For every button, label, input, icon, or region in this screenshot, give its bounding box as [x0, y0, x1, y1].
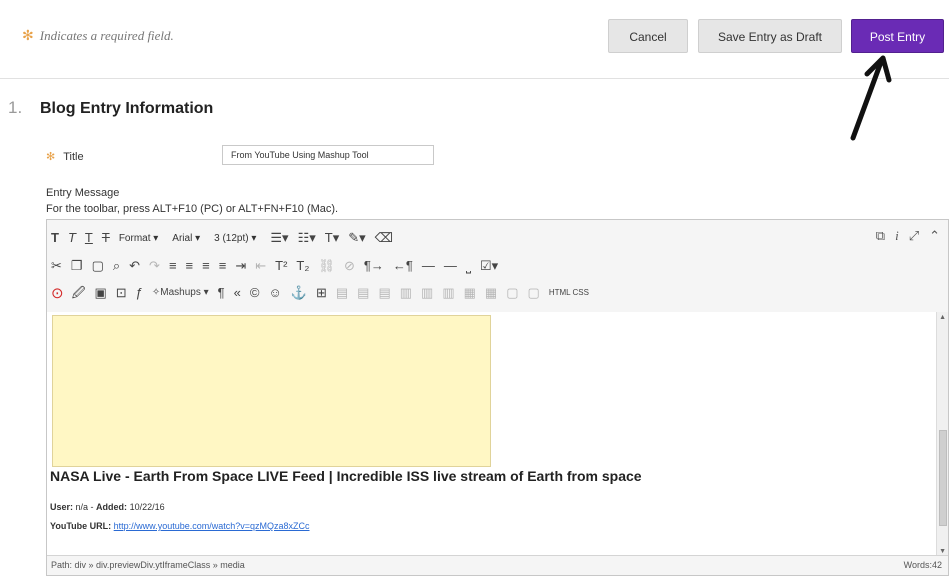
- redo-icon[interactable]: ↷: [149, 256, 160, 276]
- anchor-icon[interactable]: ⚓: [291, 283, 307, 303]
- highlight-pen-icon[interactable]: ✎▾: [348, 228, 365, 248]
- numbered-list-icon[interactable]: ☷▾: [298, 228, 316, 248]
- horizontal-rule-icon[interactable]: —: [422, 256, 435, 276]
- word-count: Words:42: [903, 560, 942, 570]
- cut-icon[interactable]: ✂: [51, 256, 62, 276]
- quote-icon[interactable]: «: [234, 283, 241, 303]
- image-icon[interactable]: ▣: [94, 283, 106, 303]
- eraser-icon[interactable]: ⌫: [375, 228, 393, 248]
- scrollbar-thumb[interactable]: [939, 430, 947, 526]
- paragraph-icon[interactable]: ¶: [218, 283, 225, 303]
- rtl-icon[interactable]: ←¶: [393, 256, 413, 276]
- table-cell-icon[interactable]: ▢: [528, 283, 540, 303]
- required-star-icon: ✻: [46, 151, 56, 163]
- toolbar-row-2: ✂ ❐ ▢ ⌕ ↶ ↷ ≡ ≡ ≡ ≡ ⇥ ⇤ T² T₂ ⛓ ⊘ ¶→ ←¶ …: [51, 253, 507, 279]
- scroll-up-icon[interactable]: ▲: [939, 314, 946, 321]
- table-col-after-icon[interactable]: ▥: [421, 283, 433, 303]
- editor-status-bar: Path: div » div.previewDiv.ytIframeClass…: [47, 555, 948, 575]
- superscript-icon[interactable]: T²: [275, 256, 287, 276]
- paste-icon[interactable]: ▢: [92, 256, 104, 276]
- save-draft-button[interactable]: Save Entry as Draft: [698, 19, 842, 53]
- emoticon-icon[interactable]: ☺: [268, 283, 281, 303]
- italic-icon[interactable]: T: [68, 228, 76, 248]
- strikethrough-icon[interactable]: T: [102, 228, 110, 248]
- editor-content[interactable]: NASA Live - Earth From Space LIVE Feed |…: [47, 312, 936, 557]
- table-row-after-icon[interactable]: ▤: [357, 283, 369, 303]
- table-props-icon[interactable]: ▢: [506, 283, 518, 303]
- required-note: ✻ Indicates a required field.: [22, 28, 174, 45]
- indent-icon[interactable]: ⇥: [235, 256, 246, 276]
- table-merge-icon[interactable]: ▦: [485, 283, 497, 303]
- find-icon[interactable]: ⌕: [113, 256, 120, 276]
- font-select[interactable]: Arial ▾: [172, 233, 200, 244]
- media-icon[interactable]: ⊡: [116, 283, 127, 303]
- font-size-select[interactable]: 3 (12pt) ▾: [214, 233, 256, 244]
- editor-toolbar: T T T T Format ▾ Arial ▾ 3 (12pt) ▾ ☰▾ ☷…: [47, 220, 948, 313]
- subscript-icon[interactable]: T₂: [296, 256, 309, 276]
- table-row-before-icon[interactable]: ▤: [336, 283, 348, 303]
- video-meta-user: User: n/a - Added: 10/22/16: [50, 502, 165, 512]
- video-embed-placeholder[interactable]: [52, 315, 491, 467]
- copyright-icon[interactable]: ©: [250, 283, 260, 303]
- mashups-menu[interactable]: ✧Mashups ▾: [152, 283, 209, 303]
- editor-scrollbar[interactable]: ▲ ▼: [936, 312, 948, 557]
- align-center-icon[interactable]: ≡: [186, 256, 194, 276]
- align-justify-icon[interactable]: ≡: [219, 256, 227, 276]
- table-col-before-icon[interactable]: ▥: [400, 283, 412, 303]
- ltr-icon[interactable]: ¶→: [364, 256, 384, 276]
- math-icon[interactable]: ƒ: [136, 283, 143, 303]
- separator-icon[interactable]: —: [444, 256, 457, 276]
- toolbar-row-1: T T T T Format ▾ Arial ▾ 3 (12pt) ▾ ☰▾ ☷…: [51, 225, 402, 251]
- align-right-icon[interactable]: ≡: [202, 256, 210, 276]
- text-color-icon[interactable]: T▾: [325, 228, 339, 248]
- align-left-icon[interactable]: ≡: [169, 256, 177, 276]
- link-icon[interactable]: ⛓: [318, 256, 335, 276]
- title-label-text: Title: [63, 151, 84, 163]
- required-note-text: Indicates a required field.: [39, 28, 174, 43]
- title-input[interactable]: From YouTube Using Mashup Tool: [222, 145, 434, 165]
- bullet-list-icon[interactable]: ☰▾: [270, 228, 288, 248]
- bold-icon[interactable]: T: [51, 228, 59, 248]
- collapse-toolbar-icon[interactable]: ⌃: [929, 228, 940, 244]
- toolbar-right-icons: ⧉ i ⤢ ⌃: [866, 228, 940, 244]
- entry-message-label: Entry Message: [46, 187, 120, 199]
- table-icon[interactable]: ⊞: [316, 283, 327, 303]
- unlink-icon[interactable]: ⊘: [344, 256, 355, 276]
- pointer-arrow-icon: [850, 55, 892, 141]
- section-title: Blog Entry Information: [40, 100, 214, 117]
- table-delete-row-icon[interactable]: ▤: [378, 283, 390, 303]
- title-label: ✻ Title: [46, 150, 84, 163]
- preview-icon[interactable]: ⧉: [876, 228, 885, 244]
- spellcheck-icon[interactable]: ☑▾: [480, 256, 498, 276]
- undo-icon[interactable]: ↶: [129, 256, 140, 276]
- copy-icon[interactable]: ❐: [71, 256, 83, 276]
- top-action-bar: ✻ Indicates a required field. Cancel Save…: [0, 0, 949, 79]
- youtube-url-link[interactable]: http://www.youtube.com/watch?v=qzMQza8xZ…: [114, 521, 310, 531]
- table-split-icon[interactable]: ▦: [464, 283, 476, 303]
- scroll-down-icon[interactable]: ▼: [939, 548, 946, 555]
- format-select[interactable]: Format ▾: [119, 233, 158, 244]
- underline-icon[interactable]: T: [85, 228, 93, 248]
- attach-icon[interactable]: 🖉: [72, 283, 86, 303]
- video-title: NASA Live - Earth From Space LIVE Feed |…: [50, 468, 642, 484]
- toolbar-help-text: For the toolbar, press ALT+F10 (PC) or A…: [46, 203, 339, 215]
- video-meta-url: YouTube URL: http://www.youtube.com/watc…: [50, 521, 310, 531]
- element-path: Path: div » div.previewDiv.ytIframeClass…: [51, 560, 245, 570]
- required-star-icon: ✻: [22, 29, 34, 44]
- html-css-button[interactable]: HTML CSS: [549, 283, 589, 303]
- record-icon[interactable]: ⊙: [51, 284, 64, 302]
- info-icon[interactable]: i: [895, 228, 899, 244]
- nonbreaking-icon[interactable]: ⎵: [466, 256, 471, 276]
- cancel-button[interactable]: Cancel: [608, 19, 688, 53]
- table-delete-col-icon[interactable]: ▥: [442, 283, 454, 303]
- post-entry-button[interactable]: Post Entry: [851, 19, 944, 53]
- outdent-icon[interactable]: ⇤: [255, 256, 266, 276]
- fullscreen-icon[interactable]: ⤢: [909, 228, 919, 244]
- rich-text-editor: T T T T Format ▾ Arial ▾ 3 (12pt) ▾ ☰▾ ☷…: [46, 219, 949, 576]
- section-number: 1.: [8, 98, 23, 117]
- toolbar-row-3: ⊙ 🖉 ▣ ⊡ ƒ ✧Mashups ▾ ¶ « © ☺ ⚓ ⊞ ▤ ▤ ▤ ▥…: [51, 280, 598, 306]
